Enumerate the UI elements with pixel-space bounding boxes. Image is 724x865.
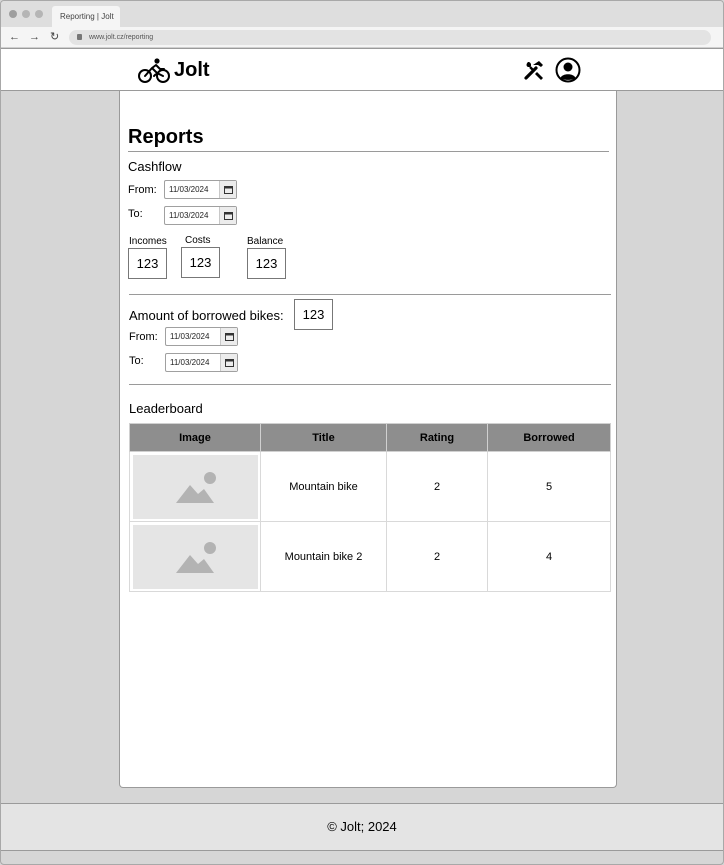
- browser-window: Reporting | Jolt ← → ↻ www.jolt.cz/repor…: [0, 0, 724, 865]
- borrowed-to-label: To:: [129, 355, 144, 367]
- borrowed-cell: 4: [487, 521, 611, 592]
- footer-copyright: © Jolt; 2024: [327, 819, 397, 834]
- incomes-value: 123: [128, 248, 167, 279]
- column-header-borrowed[interactable]: Borrowed: [487, 423, 611, 452]
- site-footer: © Jolt; 2024: [1, 803, 723, 851]
- bicycle-icon: [138, 58, 170, 83]
- incomes-label: Incomes: [129, 236, 167, 247]
- column-header-title[interactable]: Title: [260, 423, 387, 452]
- image-placeholder-icon: [175, 471, 216, 503]
- borrowed-heading: Amount of borrowed bikes:: [129, 308, 284, 323]
- costs-label: Costs: [185, 235, 211, 246]
- cashflow-to-date-input[interactable]: 11/03/2024: [164, 206, 237, 225]
- brand-logo[interactable]: Jolt: [138, 58, 210, 84]
- leaderboard-table: Image Title Rating Borrowed Mountain bik…: [129, 423, 611, 592]
- cashflow-to-date-value: 11/03/2024: [169, 211, 209, 220]
- image-placeholder: [132, 524, 258, 589]
- browser-tabbar: Reporting | Jolt: [1, 1, 723, 27]
- table-row[interactable]: Mountain bike 2 2 4: [129, 521, 611, 592]
- url-text: www.jolt.cz/reporting: [89, 34, 154, 41]
- borrowed-from-date-input[interactable]: 11/03/2024: [165, 327, 238, 346]
- title-divider: [128, 151, 609, 152]
- title-cell: Mountain bike: [260, 451, 387, 522]
- site-header: Jolt: [1, 48, 723, 91]
- brand-name: Jolt: [174, 58, 210, 81]
- window-minimize-dot[interactable]: [22, 10, 30, 18]
- calendar-icon[interactable]: [219, 207, 236, 224]
- borrowed-count-value: 123: [294, 299, 333, 330]
- page-title: Reports: [128, 126, 204, 148]
- tools-icon[interactable]: [523, 59, 547, 83]
- cashflow-from-date-input[interactable]: 11/03/2024: [164, 180, 237, 199]
- borrowed-divider: [129, 384, 611, 385]
- image-cell: [129, 451, 261, 522]
- reload-icon[interactable]: ↻: [50, 31, 59, 43]
- window-close-dot[interactable]: [9, 10, 17, 18]
- reports-panel: Reports Cashflow From: 11/03/2024 To: 11…: [119, 91, 617, 788]
- rating-cell: 2: [386, 451, 488, 522]
- image-cell: [129, 521, 261, 592]
- calendar-icon[interactable]: [219, 181, 236, 198]
- back-arrow-icon[interactable]: ←: [9, 31, 20, 43]
- costs-value: 123: [181, 247, 220, 278]
- borrowed-from-label: From:: [129, 331, 158, 343]
- balance-value: 123: [247, 248, 286, 279]
- lock-icon: [77, 34, 82, 40]
- browser-address-bar: ← → ↻ www.jolt.cz/reporting: [1, 27, 723, 48]
- window-maximize-dot[interactable]: [35, 10, 43, 18]
- image-placeholder: [132, 454, 258, 519]
- cashflow-from-date-value: 11/03/2024: [169, 185, 209, 194]
- cashflow-to-label: To:: [128, 208, 143, 220]
- calendar-icon[interactable]: [220, 354, 237, 371]
- column-header-rating[interactable]: Rating: [386, 423, 488, 452]
- table-header-row: Image Title Rating Borrowed: [129, 423, 611, 452]
- table-row[interactable]: Mountain bike 2 5: [129, 451, 611, 522]
- borrowed-from-date-value: 11/03/2024: [170, 332, 210, 341]
- borrowed-to-date-input[interactable]: 11/03/2024: [165, 353, 238, 372]
- cashflow-heading: Cashflow: [128, 159, 182, 174]
- borrowed-cell: 5: [487, 451, 611, 522]
- balance-label: Balance: [247, 236, 284, 247]
- column-header-image[interactable]: Image: [129, 423, 261, 452]
- browser-tab[interactable]: Reporting | Jolt: [52, 6, 120, 27]
- leaderboard-heading: Leaderboard: [129, 401, 203, 416]
- cashflow-divider: [129, 294, 611, 295]
- url-field[interactable]: www.jolt.cz/reporting: [69, 30, 711, 45]
- user-avatar-icon[interactable]: [555, 57, 581, 83]
- borrowed-to-date-value: 11/03/2024: [170, 358, 210, 367]
- calendar-icon[interactable]: [220, 328, 237, 345]
- rating-cell: 2: [386, 521, 488, 592]
- image-placeholder-icon: [175, 541, 216, 573]
- title-cell: Mountain bike 2: [260, 521, 387, 592]
- forward-arrow-icon[interactable]: →: [29, 31, 40, 43]
- cashflow-from-label: From:: [128, 184, 157, 196]
